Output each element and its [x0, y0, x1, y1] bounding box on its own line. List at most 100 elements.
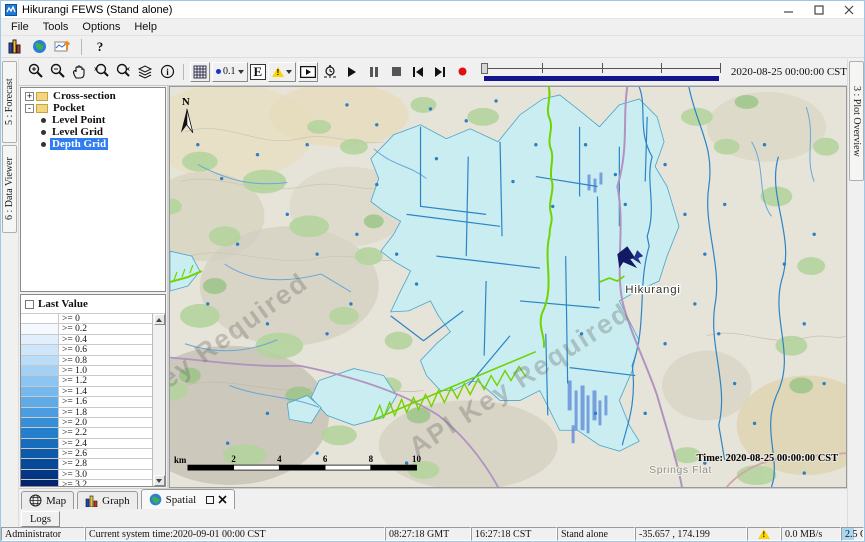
folder-icon: [36, 104, 48, 113]
spatial-map[interactable]: API Key Required API Key Required Hikura…: [169, 86, 847, 488]
collapse-icon[interactable]: -: [25, 104, 34, 113]
legend-row[interactable]: >= 2.6: [21, 449, 152, 459]
tab-plot-overview[interactable]: 3 : Plot Overview: [849, 61, 864, 181]
legend-row[interactable]: >= 2.2: [21, 428, 152, 438]
minimize-icon[interactable]: [774, 1, 804, 18]
stop-button[interactable]: [386, 62, 406, 82]
legend-row[interactable]: >= 0.6: [21, 345, 152, 355]
legend-row[interactable]: >= 2.4: [21, 439, 152, 449]
legend-row-label: >= 1.0: [59, 366, 90, 375]
info-icon[interactable]: i: [157, 62, 177, 82]
legend-row-label: >= 1.8: [59, 408, 90, 417]
legend-row[interactable]: >= 3.0: [21, 470, 152, 480]
tab-spatial[interactable]: Spatial: [141, 489, 236, 509]
panel-maximize-icon[interactable]: [206, 496, 214, 504]
tree-item-pocket[interactable]: - Pocket: [25, 102, 165, 114]
place-label-springs-flat: Springs Flat: [649, 465, 712, 476]
legend-row[interactable]: >= 1.0: [21, 366, 152, 376]
help-button[interactable]: ?: [90, 37, 110, 57]
pause-button[interactable]: [364, 62, 384, 82]
tab-data-viewer[interactable]: 6 : Data Viewer: [2, 145, 17, 233]
logs-button[interactable]: Logs: [21, 511, 60, 527]
legend-row[interactable]: >= 1.4: [21, 387, 152, 397]
thresholds-dropdown[interactable]: [268, 62, 296, 82]
tab-graph[interactable]: Graph: [77, 491, 138, 509]
pan-hand-icon[interactable]: [69, 62, 89, 82]
warning-triangle-icon: [272, 67, 284, 77]
legend-row[interactable]: >= 1.2: [21, 376, 152, 386]
time-tick: [661, 63, 662, 73]
title-bar[interactable]: Hikurangi FEWS (Stand alone): [1, 1, 864, 19]
scroll-up-icon[interactable]: [154, 314, 165, 325]
legend-row-label: >= 3.2: [59, 480, 90, 486]
zoom-next-icon[interactable]: [113, 62, 133, 82]
show-grid-button[interactable]: [190, 62, 210, 82]
chevron-down-icon: [238, 70, 244, 74]
database-viewer-icon[interactable]: [5, 37, 25, 57]
zoom-in-icon[interactable]: [25, 62, 45, 82]
tab-spatial-label: Spatial: [166, 494, 197, 506]
svg-text:km: km: [174, 455, 187, 465]
classification-value: 0.1: [223, 66, 236, 77]
close-icon[interactable]: [834, 1, 864, 18]
layers-icon[interactable]: [135, 62, 155, 82]
tree-item-depth-grid[interactable]: Depth Grid: [25, 138, 165, 150]
step-forward-button[interactable]: [430, 62, 450, 82]
panel-close-icon[interactable]: [218, 495, 227, 504]
legend-row[interactable]: >= 0.2: [21, 324, 152, 334]
record-button[interactable]: [452, 62, 472, 82]
zoom-out-icon[interactable]: [47, 62, 67, 82]
scroll-down-icon[interactable]: [154, 475, 165, 486]
legend-row-label: >= 1.4: [59, 387, 90, 396]
legend-panel: Last Value >= 0 >= 0.2 >= 0.4 >= 0.6 >= …: [20, 294, 166, 487]
map-display-globe-icon[interactable]: [29, 37, 49, 57]
legend-row[interactable]: >= 0.8: [21, 356, 152, 366]
time-tick: [602, 63, 603, 73]
legend-color-swatch: [21, 397, 59, 406]
legend-row[interactable]: >= 0: [21, 314, 152, 324]
status-coordinates: -35.657 , 174.199: [635, 527, 747, 541]
menu-help[interactable]: Help: [127, 20, 164, 34]
tree-item-level-point[interactable]: Level Point: [25, 114, 165, 126]
maximize-icon[interactable]: [804, 1, 834, 18]
legend-row[interactable]: >= 3.2: [21, 480, 152, 486]
tab-map[interactable]: Map: [21, 491, 74, 509]
legend-row-label: >= 2.0: [59, 418, 90, 427]
step-back-button[interactable]: [408, 62, 428, 82]
time-slider-handle[interactable]: [481, 63, 488, 74]
tree-item-label: Cross-section: [51, 90, 118, 102]
tree-item-cross-section[interactable]: + Cross-section: [25, 90, 165, 102]
zoom-previous-icon[interactable]: [91, 62, 111, 82]
tab-forecast[interactable]: 5 : Forecast: [2, 61, 17, 143]
timestep-clock-icon[interactable]: [320, 62, 340, 82]
toolbar-separator: [183, 64, 184, 80]
classification-dropdown[interactable]: 0.1: [212, 62, 248, 82]
status-warning-cell[interactable]: [747, 527, 781, 541]
animation-movie-button[interactable]: [298, 62, 318, 82]
tree-item-level-grid[interactable]: Level Grid: [25, 126, 165, 138]
legend-row[interactable]: >= 2.8: [21, 459, 152, 469]
map-canvas[interactable]: API Key Required API Key Required Hikura…: [170, 87, 846, 487]
legend-row[interactable]: >= 1.8: [21, 408, 152, 418]
legend-row-label: >= 2.6: [59, 449, 90, 458]
menu-tools[interactable]: Tools: [36, 20, 76, 34]
legend-row[interactable]: >= 1.6: [21, 397, 152, 407]
legend-row[interactable]: >= 0.4: [21, 335, 152, 345]
menu-options[interactable]: Options: [75, 20, 127, 34]
time-slider[interactable]: [482, 61, 721, 83]
play-button[interactable]: [342, 62, 362, 82]
current-datetime: 2020-08-25 00:00:00 CST: [731, 66, 847, 78]
app-icon: [5, 4, 17, 16]
legend-color-swatch: [21, 376, 59, 385]
menu-file[interactable]: File: [4, 20, 36, 34]
legend-row[interactable]: >= 2.0: [21, 418, 152, 428]
timeseries-chart-icon[interactable]: [53, 37, 73, 57]
legend-scrollbar[interactable]: [152, 314, 165, 486]
last-value-checkbox[interactable]: [25, 300, 34, 309]
show-legend-button[interactable]: E: [250, 64, 267, 80]
expand-icon[interactable]: +: [25, 92, 34, 101]
tree-item-label: Depth Grid: [50, 138, 108, 150]
right-tab-strip: 3 : Plot Overview: [847, 59, 864, 527]
legend-header-label: Last Value: [38, 298, 88, 310]
svg-text:i: i: [166, 67, 169, 77]
